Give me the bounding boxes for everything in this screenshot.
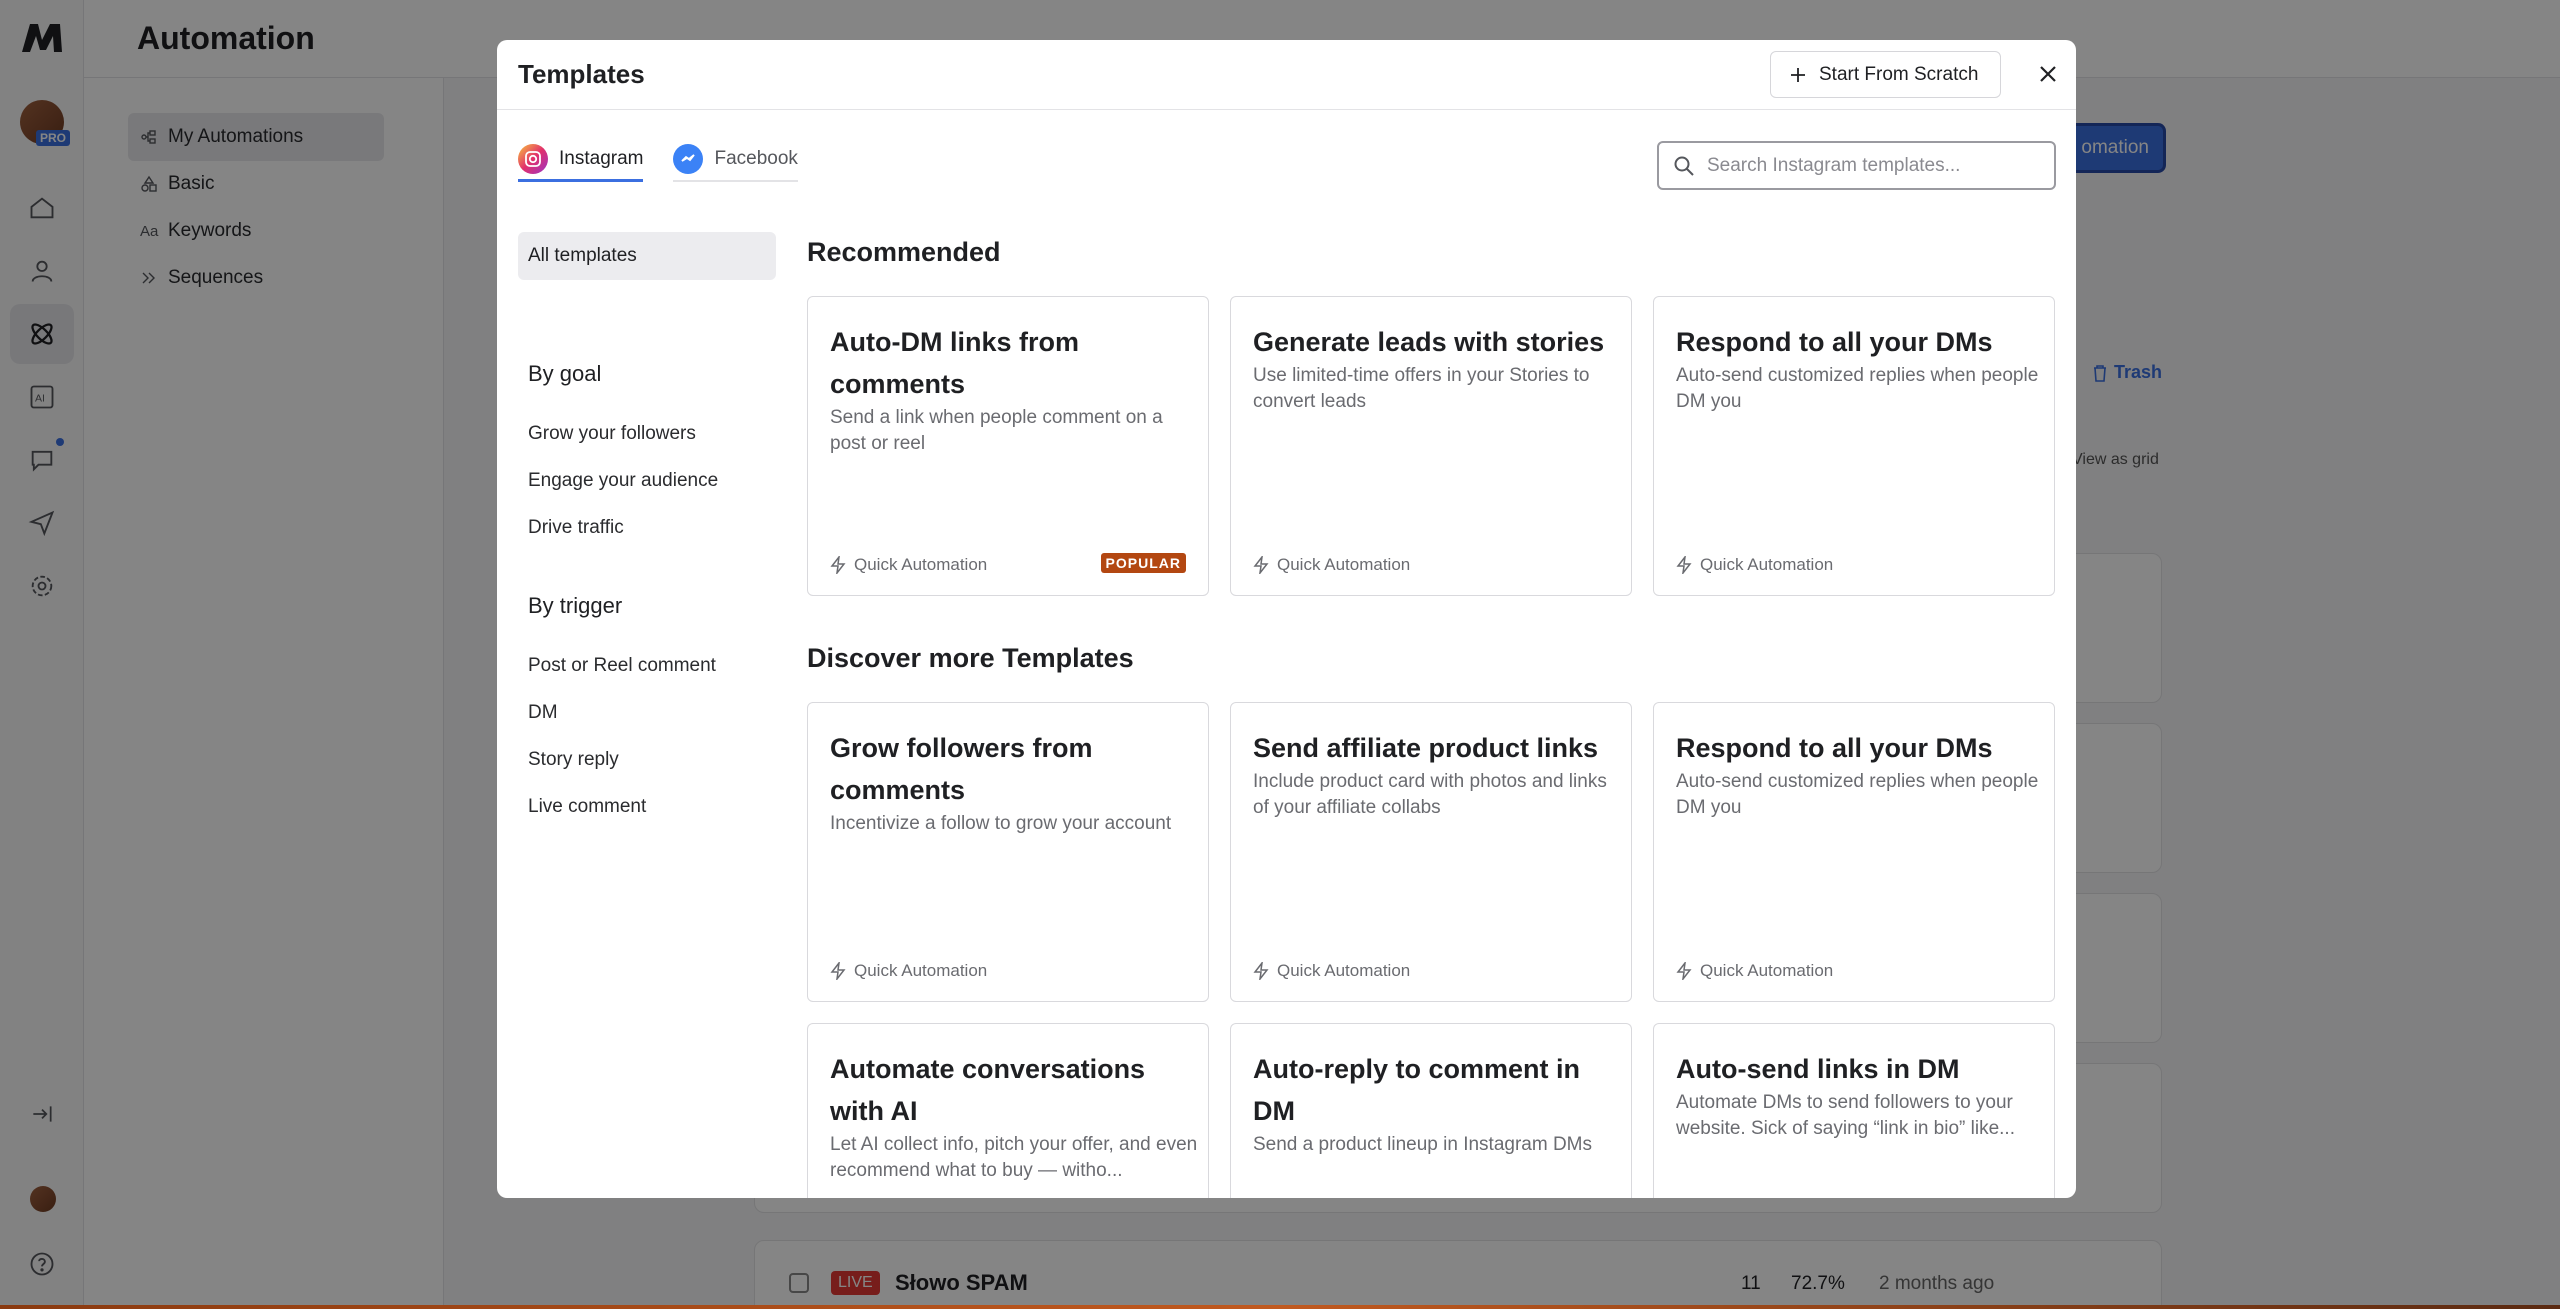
- card-title: Automate conversations with AI: [830, 1054, 1146, 1126]
- template-card[interactable]: Auto-send links in DM Automate DMs to se…: [1653, 1023, 2055, 1198]
- card-type: Quick Automation: [854, 961, 988, 980]
- card-footer: Quick Automation: [1676, 961, 1833, 981]
- filter-story-reply[interactable]: Story reply: [528, 749, 619, 771]
- filter-dm[interactable]: DM: [528, 702, 558, 724]
- tab-facebook[interactable]: Facebook: [673, 138, 798, 182]
- template-card[interactable]: Send affiliate product links Include pro…: [1230, 702, 1632, 1002]
- popular-badge: POPULAR: [1100, 553, 1186, 573]
- start-from-scratch-label: Start From Scratch: [1819, 63, 1979, 85]
- card-description: Include product card with photos and lin…: [1253, 771, 1607, 818]
- card-title: Send affiliate product links: [1253, 733, 1599, 763]
- tab-label: Facebook: [714, 148, 798, 169]
- card-title: Auto-send links in DM: [1676, 1054, 1960, 1084]
- modal-header: Templates Start From Scratch: [497, 40, 2076, 110]
- card-description: Auto-send customized replies when people…: [1676, 771, 2039, 818]
- card-description: Let AI collect info, pitch your offer, a…: [830, 1134, 1198, 1181]
- search-icon: [1674, 156, 1694, 176]
- lightning-icon: [1676, 556, 1692, 574]
- lightning-icon: [1253, 556, 1269, 574]
- template-card[interactable]: Auto-DM links from comments Send a link …: [807, 296, 1209, 596]
- instagram-icon: [518, 143, 548, 174]
- search-input[interactable]: [1707, 154, 2037, 177]
- card-description: Incentivize a follow to grow your accoun…: [830, 813, 1172, 834]
- card-description: Send a link when people comment on a pos…: [830, 407, 1163, 454]
- card-type: Quick Automation: [1277, 555, 1411, 574]
- card-type: Quick Automation: [1277, 961, 1411, 980]
- close-icon: [2040, 66, 2056, 82]
- card-title: Respond to all your DMs: [1676, 327, 1993, 357]
- template-search[interactable]: [1657, 141, 2056, 190]
- platform-tabs: Instagram Facebook: [518, 138, 798, 182]
- messenger-icon: [673, 144, 704, 174]
- lightning-icon: [830, 556, 846, 574]
- templates-modal: Templates Start From Scratch Instagram F…: [497, 40, 2076, 1198]
- start-from-scratch-button[interactable]: Start From Scratch: [1770, 51, 2001, 98]
- lightning-icon: [830, 962, 846, 980]
- card-type: Quick Automation: [1700, 555, 1834, 574]
- filter-engage-audience[interactable]: Engage your audience: [528, 470, 718, 492]
- template-card[interactable]: Automate conversations with AI Let AI co…: [807, 1023, 1209, 1198]
- close-button[interactable]: [2034, 60, 2062, 88]
- card-description: Automate DMs to send followers to your w…: [1676, 1092, 2015, 1139]
- template-filters: All templates By goal Grow your follower…: [518, 232, 776, 817]
- card-description: Auto-send customized replies when people…: [1676, 365, 2039, 412]
- template-card[interactable]: Auto-reply to comment in DM Send a produ…: [1230, 1023, 1632, 1198]
- filter-all-templates[interactable]: All templates: [518, 232, 776, 280]
- bottom-strip: [0, 1305, 2560, 1309]
- by-trigger-heading: By trigger: [528, 593, 623, 618]
- card-title: Respond to all your DMs: [1676, 733, 1993, 763]
- by-goal-heading: By goal: [528, 361, 602, 386]
- template-card[interactable]: Respond to all your DMs Auto-send custom…: [1653, 296, 2055, 596]
- template-card[interactable]: Generate leads with stories Use limited-…: [1230, 296, 1632, 596]
- filter-live-comment[interactable]: Live comment: [528, 796, 646, 818]
- template-card[interactable]: Respond to all your DMs Auto-send custom…: [1653, 702, 2055, 1002]
- lightning-icon: [1676, 962, 1692, 980]
- modal-title: Templates: [518, 59, 645, 89]
- card-type: Quick Automation: [854, 555, 988, 574]
- plus-icon: [1791, 67, 1805, 82]
- card-footer: Quick Automation: [830, 961, 987, 981]
- template-card[interactable]: Grow followers from comments Incentivize…: [807, 702, 1209, 1002]
- card-footer: Quick Automation: [1253, 961, 1410, 981]
- card-title: Auto-reply to comment in DM: [1253, 1054, 1581, 1126]
- card-description: Use limited-time offers in your Stories …: [1253, 365, 1590, 412]
- tab-label: Instagram: [559, 147, 644, 169]
- card-title: Generate leads with stories: [1253, 327, 1605, 357]
- filter-grow-followers[interactable]: Grow your followers: [528, 423, 696, 445]
- filter-drive-traffic[interactable]: Drive traffic: [528, 517, 624, 539]
- card-type: Quick Automation: [1700, 961, 1834, 980]
- discover-heading: Discover more Templates: [807, 643, 1134, 673]
- filter-post-reel-comment[interactable]: Post or Reel comment: [528, 655, 716, 677]
- card-description: Send a product lineup in Instagram DMs: [1253, 1134, 1593, 1155]
- recommended-heading: Recommended: [807, 237, 1001, 267]
- card-title: Grow followers from comments: [830, 733, 1093, 805]
- tab-instagram[interactable]: Instagram: [518, 138, 644, 182]
- card-title: Auto-DM links from comments: [830, 327, 1079, 399]
- card-footer: Quick Automation: [830, 555, 987, 575]
- card-footer: Quick Automation: [1253, 555, 1410, 575]
- lightning-icon: [1253, 962, 1269, 980]
- card-footer: Quick Automation: [1676, 555, 1833, 575]
